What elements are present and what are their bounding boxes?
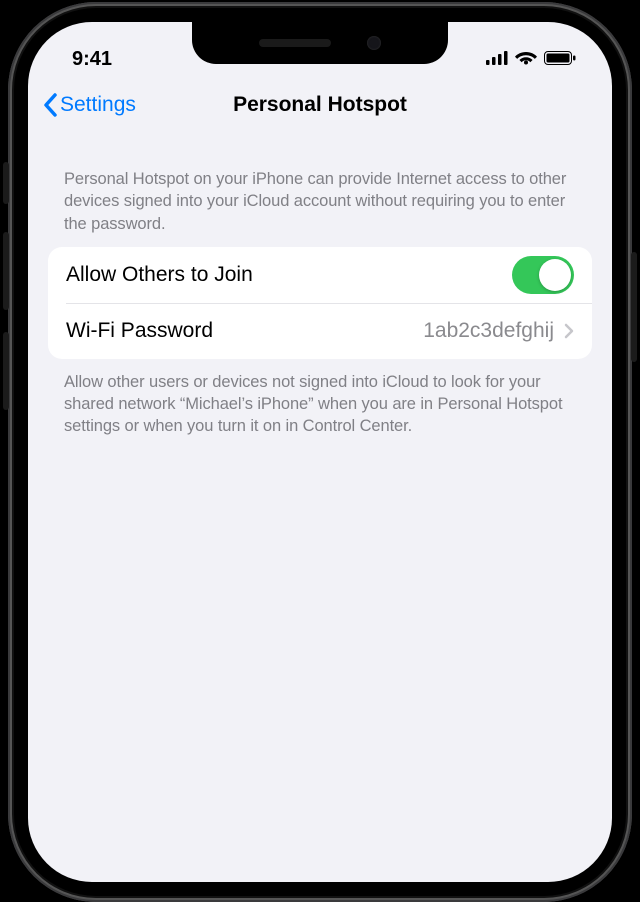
cellular-icon	[486, 48, 508, 71]
status-time: 9:41	[72, 48, 112, 71]
chevron-left-icon	[42, 93, 58, 117]
section-footer-description: Allow other users or devices not signed …	[48, 359, 592, 438]
back-button[interactable]: Settings	[42, 93, 136, 117]
toggle-knob	[539, 259, 571, 291]
front-camera	[367, 36, 381, 50]
side-button	[631, 252, 637, 362]
settings-group: Allow Others to Join Wi-Fi Password 1ab2…	[48, 247, 592, 359]
back-label: Settings	[60, 93, 136, 117]
battery-icon	[544, 48, 576, 71]
silent-switch	[3, 162, 9, 204]
wifi-password-row[interactable]: Wi-Fi Password 1ab2c3defghij	[66, 303, 592, 359]
wifi-icon	[515, 48, 537, 71]
wifi-password-value: 1ab2c3defghij	[423, 319, 554, 343]
nav-bar: Settings Personal Hotspot	[28, 76, 612, 134]
allow-others-row[interactable]: Allow Others to Join	[48, 247, 592, 303]
volume-down-button	[3, 332, 9, 410]
speaker-grille	[259, 39, 331, 47]
device-frame: 9:41 Set	[8, 2, 632, 902]
screen: 9:41 Set	[28, 22, 612, 882]
section-header-description: Personal Hotspot on your iPhone can prov…	[48, 134, 592, 247]
notch	[192, 22, 448, 64]
allow-others-toggle[interactable]	[512, 256, 574, 294]
volume-up-button	[3, 232, 9, 310]
chevron-right-icon	[564, 323, 574, 339]
cell-label: Allow Others to Join	[66, 263, 253, 287]
cell-label: Wi-Fi Password	[66, 319, 213, 343]
